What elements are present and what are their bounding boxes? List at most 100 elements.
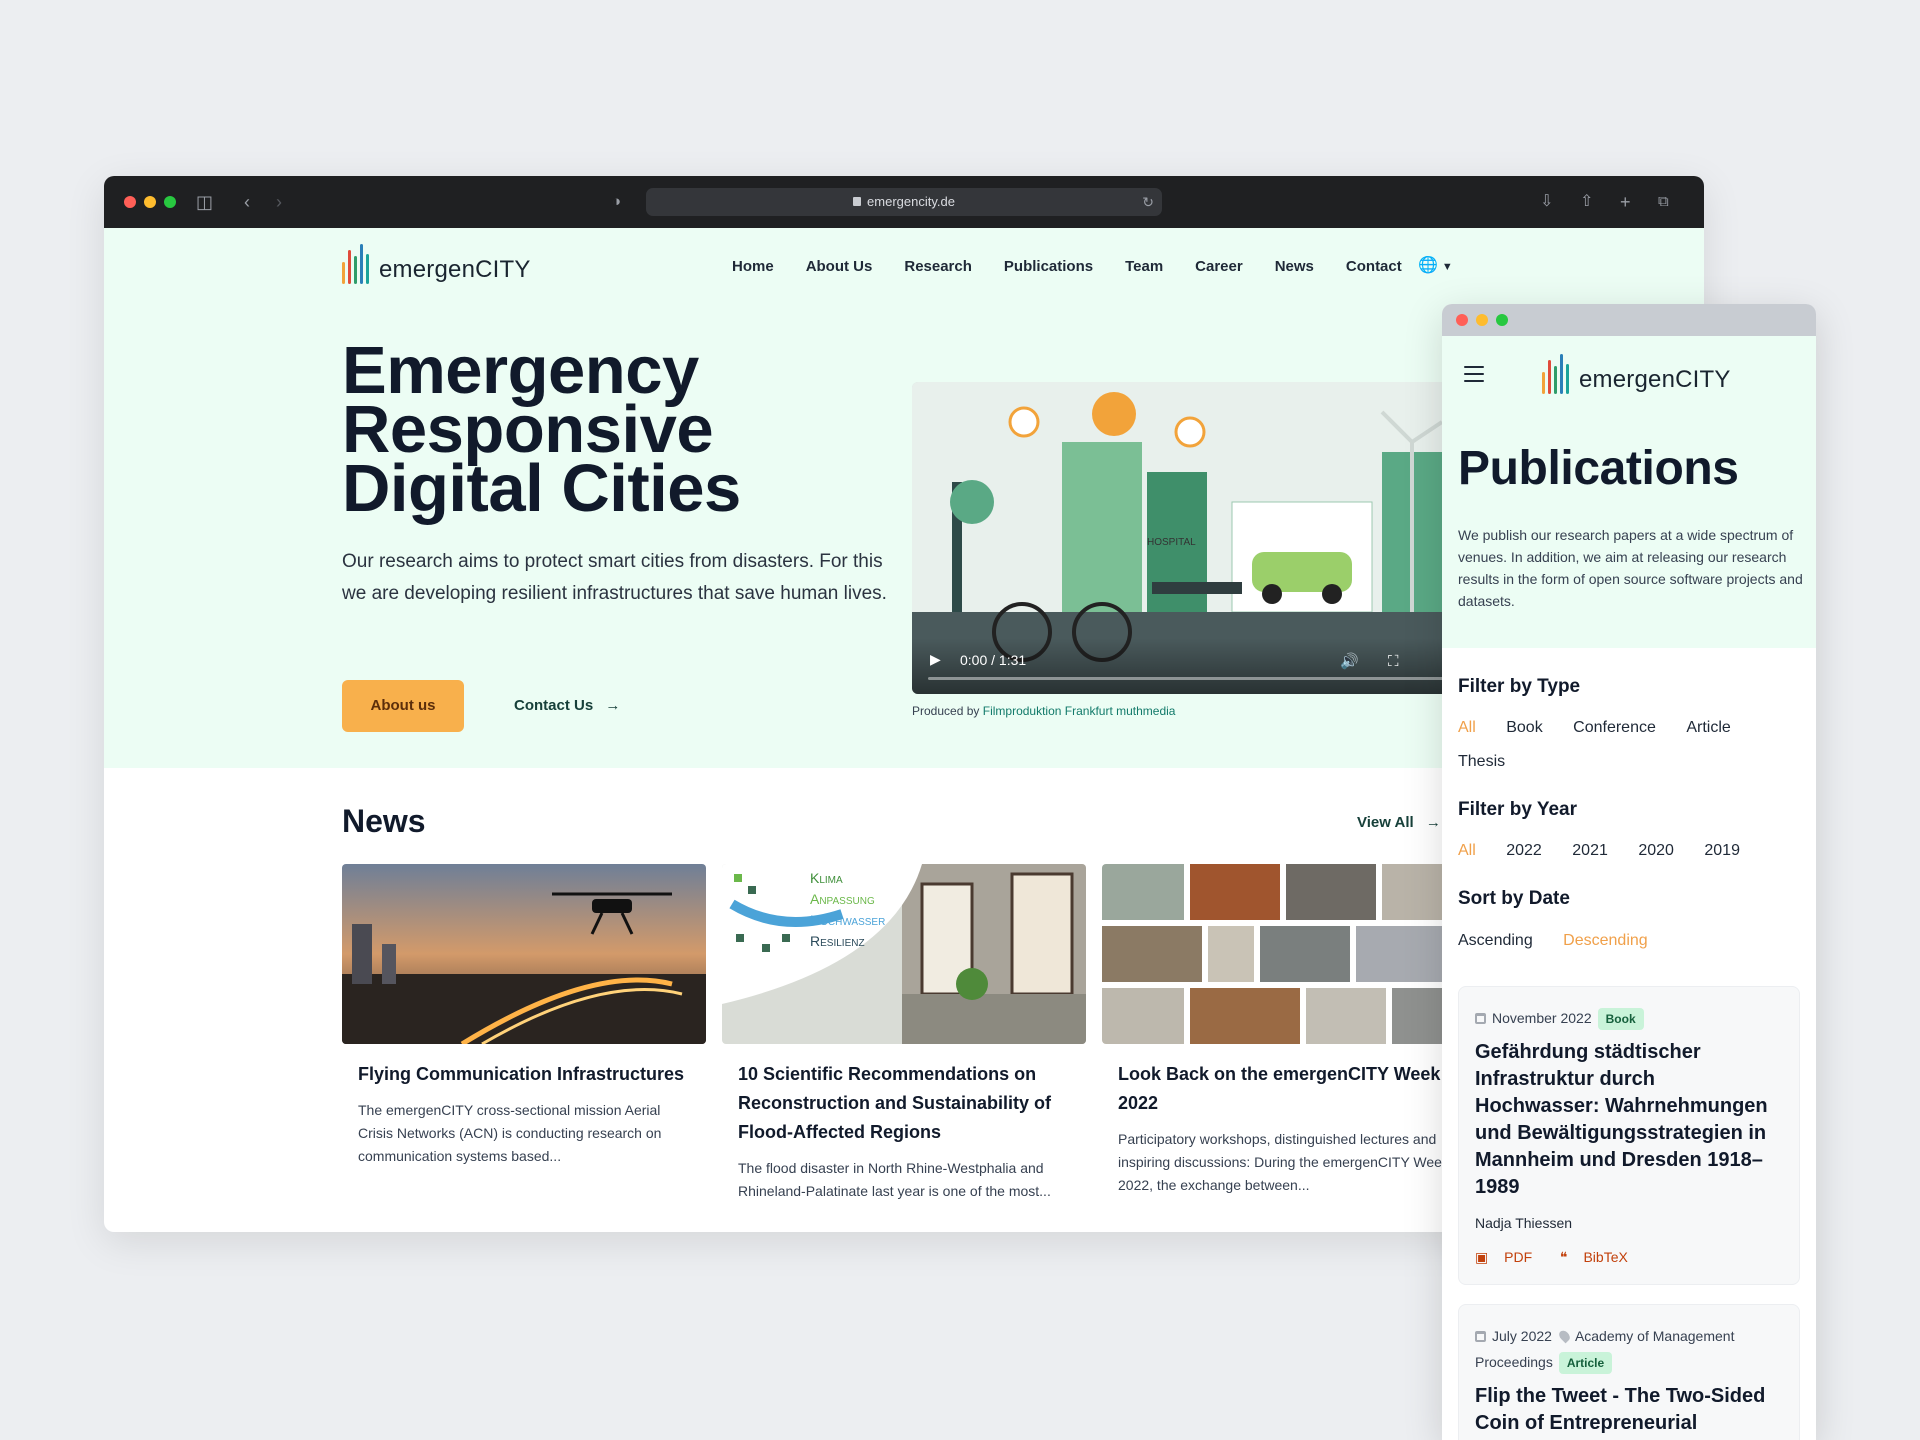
news-title[interactable]: Look Back on the emergenCITY Week 2022 [1118,1060,1450,1118]
download-icon[interactable]: ⇩ [1540,192,1553,212]
filter-year-2019[interactable]: 2019 [1704,834,1740,868]
calendar-icon [1475,1331,1486,1342]
filter-year-2021[interactable]: 2021 [1572,834,1608,868]
forward-icon[interactable]: › [276,192,282,212]
video-credit: Produced by Filmproduktion Frankfurt mut… [912,704,1175,718]
filter-type-thesis[interactable]: Thesis [1458,745,1505,779]
nav-contact[interactable]: Contact [1346,258,1402,275]
address-bar[interactable]: emergencity.de ↻ [646,188,1162,216]
hero-description: Our research aims to protect smart citie… [342,551,887,604]
minimize-window-button[interactable] [144,196,156,208]
calendar-icon [1475,1013,1486,1024]
view-all-link[interactable]: View All → [1357,814,1441,831]
publication-title[interactable]: Gefährdung städtischer Infrastruktur dur… [1475,1039,1783,1201]
page-intro: We publish our research papers at a wide… [1458,527,1803,609]
back-icon[interactable]: ‹ [244,192,250,212]
news-card[interactable]: Klima Anpassung Hochwasser Resilienz 10 … [722,864,1086,1203]
menu-icon[interactable] [1464,366,1484,387]
filter-year-all[interactable]: All [1458,834,1476,868]
minimize-window-button[interactable] [1476,314,1488,326]
filter-year-options: All 2022 2021 2020 2019 [1458,834,1808,868]
hospital-sign: HOSPITAL [1147,537,1196,548]
lock-icon [853,197,862,206]
site-logo[interactable]: emergenCITY [342,244,531,284]
arrow-right-icon: → [1425,814,1441,831]
nav-news[interactable]: News [1275,258,1314,275]
publications-header: emergenCITY Publications We publish our … [1442,336,1816,648]
maximize-window-button[interactable] [164,196,176,208]
news-title[interactable]: Flying Communication Infrastructures [358,1060,690,1089]
globe-icon: 🌐 [1418,257,1438,274]
news-image-flood: Klima Anpassung Hochwasser Resilienz [722,864,1086,1044]
filter-type-book[interactable]: Book [1506,711,1542,745]
publication-card: July 2022 Academy of Management Proceedin… [1458,1304,1800,1440]
chevron-down-icon: ▼ [1441,261,1453,273]
sort-label: Sort by Date [1458,888,1570,909]
nav-research[interactable]: Research [904,258,972,275]
publication-title[interactable]: Flip the Tweet - The Two-Sided Coin of E… [1475,1383,1783,1437]
reload-icon[interactable]: ↻ [1142,188,1154,216]
video-time: 0:00 / 1:31 [960,652,1027,668]
sidebar-toggle-icon[interactable]: ◫ [196,192,213,212]
nav-about-us[interactable]: About Us [806,258,873,275]
close-window-button[interactable] [1456,314,1468,326]
hero-title: Emergency Responsive Digital Cities [342,333,741,526]
language-selector[interactable]: 🌐 ▼ [1418,255,1704,275]
tab-overview-icon[interactable]: ⧉ [1658,192,1669,212]
news-excerpt: The flood disaster in North Rhine-Westph… [738,1160,1051,1199]
site-logo[interactable]: emergenCITY [1542,354,1731,394]
filter-type-article[interactable]: Article [1686,711,1730,745]
pdf-link[interactable]: ▣ PDF [1475,1249,1544,1265]
publication-date: July 2022 [1492,1328,1552,1344]
publication-card: November 2022 Book Gefährdung städtischer… [1458,986,1800,1285]
sort-descending[interactable]: Descending [1563,924,1648,958]
fullscreen-icon[interactable]: ⛶ [1388,653,1399,670]
view-all-label: View All [1357,814,1414,831]
contact-us-label: Contact Us [514,697,594,714]
news-image-collage [1102,864,1466,1044]
filter-year-2020[interactable]: 2020 [1638,834,1674,868]
mobile-titlebar [1442,304,1816,336]
news-excerpt: The emergenCITY cross-sectional mission … [358,1102,662,1164]
logo-mark [342,244,369,284]
publication-author: Nadja Thiessen [1475,1215,1573,1231]
nav-team[interactable]: Team [1125,258,1163,275]
contact-us-link[interactable]: Contact Us → [514,697,620,714]
filter-year-label: Filter by Year [1458,799,1577,820]
quote-icon: ❝ [1560,1249,1568,1265]
filter-type-conference[interactable]: Conference [1573,711,1656,745]
arrow-right-icon: → [605,697,621,714]
close-window-button[interactable] [124,196,136,208]
nav-home[interactable]: Home [732,258,774,275]
mobile-browser-window: emergenCITY Publications We publish our … [1442,304,1816,1440]
play-icon[interactable]: ▶ [930,651,941,668]
filter-type-options: All Book Conference Article Thesis [1458,711,1808,779]
filter-type-all[interactable]: All [1458,711,1476,745]
privacy-shield-icon[interactable]: ◑ [612,192,621,212]
klima-logo-text: Klima Anpassung Hochwasser Resilienz [810,870,886,949]
publication-date: November 2022 [1492,1010,1592,1026]
news-title[interactable]: 10 Scientific Recommendations on Reconst… [738,1060,1070,1147]
credit-link[interactable]: Filmproduktion Frankfurt muthmedia [983,704,1176,718]
news-image-drone [342,864,706,1044]
new-tab-icon[interactable]: + [1620,192,1631,212]
about-us-button[interactable]: About us [342,680,464,732]
filter-year-2022[interactable]: 2022 [1506,834,1542,868]
publication-meta: July 2022 Academy of Management Proceedin… [1475,1323,1783,1375]
volume-icon[interactable]: 🔊 [1340,652,1359,670]
news-card[interactable]: Look Back on the emergenCITY Week 2022 P… [1102,864,1466,1197]
filter-type-label: Filter by Type [1458,676,1581,697]
news-excerpt: Participatory workshops, distinguished l… [1118,1131,1449,1193]
nav-career[interactable]: Career [1195,258,1243,275]
location-pin-icon [1557,1328,1572,1344]
share-icon[interactable]: ⇧ [1580,192,1593,212]
news-heading: News [342,803,426,839]
maximize-window-button[interactable] [1496,314,1508,326]
news-card[interactable]: Flying Communication Infrastructures The… [342,864,706,1168]
nav-publications[interactable]: Publications [1004,258,1093,275]
bibtex-link[interactable]: ❝ BibTeX [1560,1249,1640,1265]
browser-toolbar: ◫ ‹ › ◑ emergencity.de ↻ ⇩ ⇧ + ⧉ [104,176,1704,228]
publication-links: ▣ PDF ❝ BibTeX [1475,1249,1783,1266]
publication-meta: November 2022 Book [1475,1005,1783,1031]
sort-ascending[interactable]: Ascending [1458,924,1533,958]
